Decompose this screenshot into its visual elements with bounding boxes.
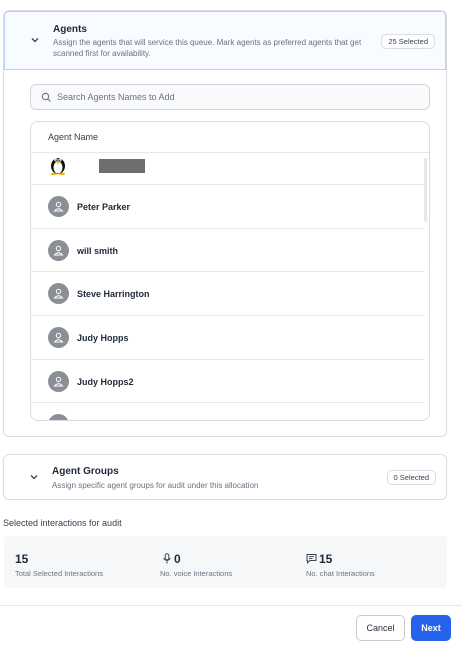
user-icon — [53, 332, 64, 343]
footer-divider — [0, 605, 462, 606]
table-scrollbar[interactable] — [424, 158, 427, 222]
chat-interactions-stat: 15 No. chat Interactions — [306, 536, 446, 588]
redacted-agent-name — [99, 159, 145, 173]
table-row[interactable] — [31, 403, 425, 420]
user-icon — [53, 376, 64, 387]
agent-name: Judy Hopps2 — [77, 377, 134, 387]
agents-panel-header[interactable]: Agents Assign the agents that will servi… — [4, 11, 446, 70]
agent-name: Steve Harrington — [77, 289, 150, 299]
microphone-icon — [163, 553, 171, 564]
table-header: Agent Name — [31, 122, 429, 153]
chat-interactions-value: 15 — [319, 552, 333, 566]
avatar — [48, 327, 69, 348]
table-row[interactable]: Steve Harrington — [31, 272, 425, 316]
penguin-avatar-icon — [51, 158, 65, 175]
agent-groups-panel-header[interactable]: Agent Groups Assign specific agent group… — [4, 455, 446, 499]
agent-groups-title: Agent Groups — [52, 466, 119, 477]
selected-interactions-heading: Selected interactions for audit — [3, 518, 122, 528]
agent-groups-selected-badge: 0 Selected — [386, 470, 436, 485]
avatar — [48, 283, 69, 304]
table-row[interactable]: will smith — [31, 229, 425, 272]
cancel-button[interactable]: Cancel — [356, 615, 405, 641]
next-button[interactable]: Next — [411, 615, 451, 641]
total-interactions-label: Total Selected Interactions — [15, 569, 103, 578]
agent-name: Judy Hopps — [77, 333, 129, 343]
table-row[interactable]: Judy Hopps — [31, 316, 425, 360]
chevron-down-icon[interactable] — [28, 471, 40, 483]
agent-search-input[interactable] — [57, 89, 417, 105]
voice-interactions-value: 0 — [174, 552, 181, 566]
avatar — [48, 196, 69, 217]
agents-title: Agents — [53, 24, 87, 35]
agent-groups-description: Assign specific agent groups for audit u… — [52, 481, 259, 490]
agent-name: Peter Parker — [77, 202, 131, 212]
avatar — [48, 371, 69, 392]
user-icon — [53, 245, 64, 256]
avatar — [48, 240, 69, 261]
interactions-stats: 15 Total Selected Interactions 0 No. voi… — [4, 536, 447, 588]
avatar — [48, 414, 69, 420]
total-interactions-value: 15 — [15, 552, 29, 566]
search-icon — [41, 92, 51, 102]
total-interactions-stat: 15 Total Selected Interactions — [15, 536, 155, 588]
user-icon — [53, 201, 64, 212]
agents-selected-badge: 25 Selected — [381, 34, 435, 49]
agents-table[interactable]: Agent Name Peter Parker will smith Steve… — [30, 121, 430, 421]
table-row[interactable]: Judy Hopps2 — [31, 360, 425, 403]
voice-interactions-label: No. voice Interactions — [160, 569, 233, 578]
table-row[interactable] — [31, 153, 425, 185]
table-row[interactable]: Peter Parker — [31, 185, 425, 229]
agent-groups-panel: Agent Groups Assign specific agent group… — [3, 454, 447, 500]
agent-name-column-header: Agent Name — [48, 132, 99, 142]
user-icon — [53, 288, 64, 299]
agent-name: will smith — [77, 246, 119, 256]
agent-search-box[interactable] — [30, 84, 430, 110]
chevron-down-icon[interactable] — [29, 34, 41, 46]
chat-icon — [306, 554, 317, 564]
agents-description: Assign the agents that will service this… — [53, 38, 362, 58]
voice-interactions-stat: 0 No. voice Interactions — [160, 536, 300, 588]
chat-interactions-label: No. chat Interactions — [306, 569, 375, 578]
